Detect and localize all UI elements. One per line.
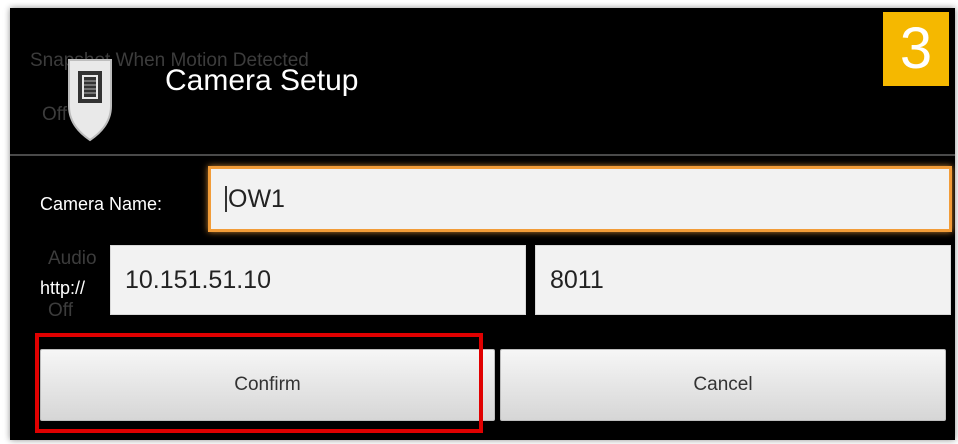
background-setting-motion-value: Off xyxy=(42,104,67,125)
dialog-title: Camera Setup xyxy=(165,64,359,97)
step-badge: 3 xyxy=(883,12,949,86)
background-setting-audio: Audio xyxy=(48,248,97,269)
text-cursor xyxy=(225,186,227,212)
cancel-button[interactable]: Cancel xyxy=(500,349,946,421)
ip-address-value: 10.151.51.10 xyxy=(125,265,271,294)
protocol-label: http:// xyxy=(40,278,86,298)
camera-setup-dialog: Snapshot When Motion Detected Off Audio … xyxy=(10,8,955,440)
background-setting-audio-value: Off xyxy=(48,300,73,321)
camera-name-label: Camera Name: xyxy=(40,194,163,214)
camera-name-input[interactable]: OW1 xyxy=(208,166,952,232)
port-input[interactable]: 8011 xyxy=(535,245,951,315)
port-value: 8011 xyxy=(550,265,604,294)
camera-name-value: OW1 xyxy=(228,184,285,213)
confirm-button[interactable]: Confirm xyxy=(40,349,495,421)
ip-address-input[interactable]: 10.151.51.10 xyxy=(110,245,526,315)
title-divider xyxy=(10,154,955,156)
shield-icon xyxy=(68,59,112,142)
